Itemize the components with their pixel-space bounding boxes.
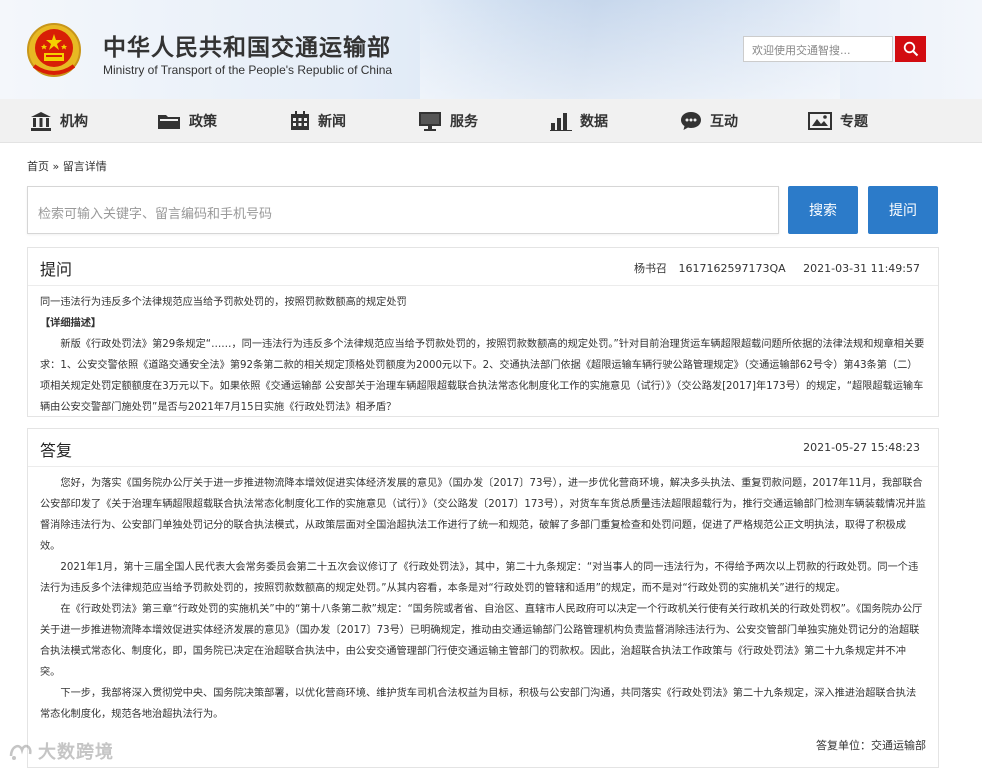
bar-chart-icon	[550, 113, 572, 131]
answer-panel-header: 答复 2021-05-27 15:48:23	[28, 429, 938, 467]
question-datetime: 2021-03-31 11:49:57	[803, 262, 920, 275]
folder-icon	[158, 115, 180, 129]
answer-datetime: 2021-05-27 15:48:23	[803, 441, 920, 454]
nav-label: 服务	[450, 114, 478, 130]
site-header: 中华人民共和国交通运输部 Ministry of Transport of th…	[0, 0, 982, 99]
nav-label: 新闻	[318, 114, 346, 130]
nav-item-interaction[interactable]: 互动	[680, 99, 738, 143]
question-summary: 同一违法行为违反多个法律规范应当给予罚款处罚的，按照罚款数额高的规定处罚	[40, 297, 407, 308]
site-title-chinese: 中华人民共和国交通运输部	[103, 35, 391, 61]
answer-paragraph: 您好，为落实《国务院办公厅关于进一步推进物流降本增效促进实体经济发展的意见》（国…	[40, 478, 926, 552]
image-icon	[808, 112, 832, 130]
nav-label: 互动	[710, 114, 738, 130]
question-body: 同一违法行为违反多个法律规范应当给予罚款处罚的，按照罚款数额高的规定处罚 【详细…	[28, 286, 938, 418]
watermark: 大数跨境	[8, 738, 114, 764]
breadcrumb-current: 留言详情	[62, 160, 107, 173]
building-icon	[31, 112, 51, 131]
chat-icon	[681, 112, 701, 130]
breadcrumb: 首页 » 留言详情	[27, 158, 107, 174]
answer-paragraph: 下一步，我部将深入贯彻党中央、国务院决策部署，以优化营商环境、维护货车司机合法权…	[40, 688, 917, 720]
nav-label: 政策	[189, 114, 217, 130]
answer-paragraph: 在《行政处罚法》第三章“行政处罚的实施机关”中的“第十八条第二款”规定：“国务院…	[40, 604, 923, 678]
question-detail-text: 新版《行政处罚法》第29条规定“……，同一违法行为违反多个法律规范应当给予罚款处…	[40, 339, 925, 413]
breadcrumb-home-link[interactable]: 首页	[27, 160, 49, 173]
question-heading: 提问	[40, 260, 73, 279]
nav-item-data[interactable]: 数据	[550, 99, 608, 143]
search-icon	[903, 41, 918, 57]
main-nav: 机构 政策 新闻 服务 数据 互动 专题	[0, 99, 982, 143]
breadcrumb-separator: »	[52, 160, 60, 173]
nav-item-news[interactable]: 新闻	[290, 99, 346, 143]
question-code: 1617162597173QA	[678, 262, 786, 275]
question-detail-label: 【详细描述】	[40, 318, 102, 329]
ask-question-button[interactable]: 提问	[868, 186, 938, 234]
monitor-icon	[419, 112, 441, 131]
site-title-english: Ministry of Transport of the People's Re…	[103, 63, 393, 77]
answer-meta: 2021-05-27 15:48:23	[795, 441, 920, 454]
national-emblem-icon	[27, 23, 81, 77]
nav-item-topics[interactable]: 专题	[808, 99, 868, 143]
answer-panel: 答复 2021-05-27 15:48:23 您好，为落实《国务院办公厅关于进一…	[27, 428, 939, 768]
watermark-text: 大数跨境	[38, 742, 114, 763]
nav-label: 专题	[840, 114, 868, 130]
message-search-input[interactable]: 检索可输入关键字、留言编码和手机号码	[27, 186, 779, 234]
answer-unit-label: 答复单位：	[816, 739, 871, 752]
answer-heading: 答复	[40, 441, 73, 460]
question-author: 杨书召	[634, 262, 667, 275]
nav-item-policy[interactable]: 政策	[157, 99, 217, 143]
question-panel: 提问 杨书召 1617162597173QA 2021-03-31 11:49:…	[27, 247, 939, 417]
answer-unit: 答复单位：交通运输部	[816, 737, 926, 753]
nav-item-services[interactable]: 服务	[418, 99, 478, 143]
search-button[interactable]: 搜索	[788, 186, 858, 234]
nav-label: 数据	[580, 114, 608, 130]
question-meta: 杨书召 1617162597173QA 2021-03-31 11:49:57	[626, 260, 920, 276]
nav-label: 机构	[60, 114, 88, 130]
nav-item-institutions[interactable]: 机构	[30, 99, 88, 143]
site-search-input[interactable]: 欢迎使用交通智搜...	[743, 36, 893, 62]
question-panel-header: 提问 杨书召 1617162597173QA 2021-03-31 11:49:…	[28, 248, 938, 286]
watermark-logo-icon	[9, 744, 32, 760]
calendar-icon	[291, 111, 309, 130]
answer-body: 您好，为落实《国务院办公厅关于进一步推进物流降本增效促进实体经济发展的意见》（国…	[28, 467, 938, 725]
site-search-button[interactable]	[895, 36, 926, 62]
answer-unit-name: 交通运输部	[871, 739, 926, 752]
answer-paragraph: 2021年1月，第十三届全国人民代表大会常务委员会第二十五次会议修订了《行政处罚…	[40, 562, 919, 594]
